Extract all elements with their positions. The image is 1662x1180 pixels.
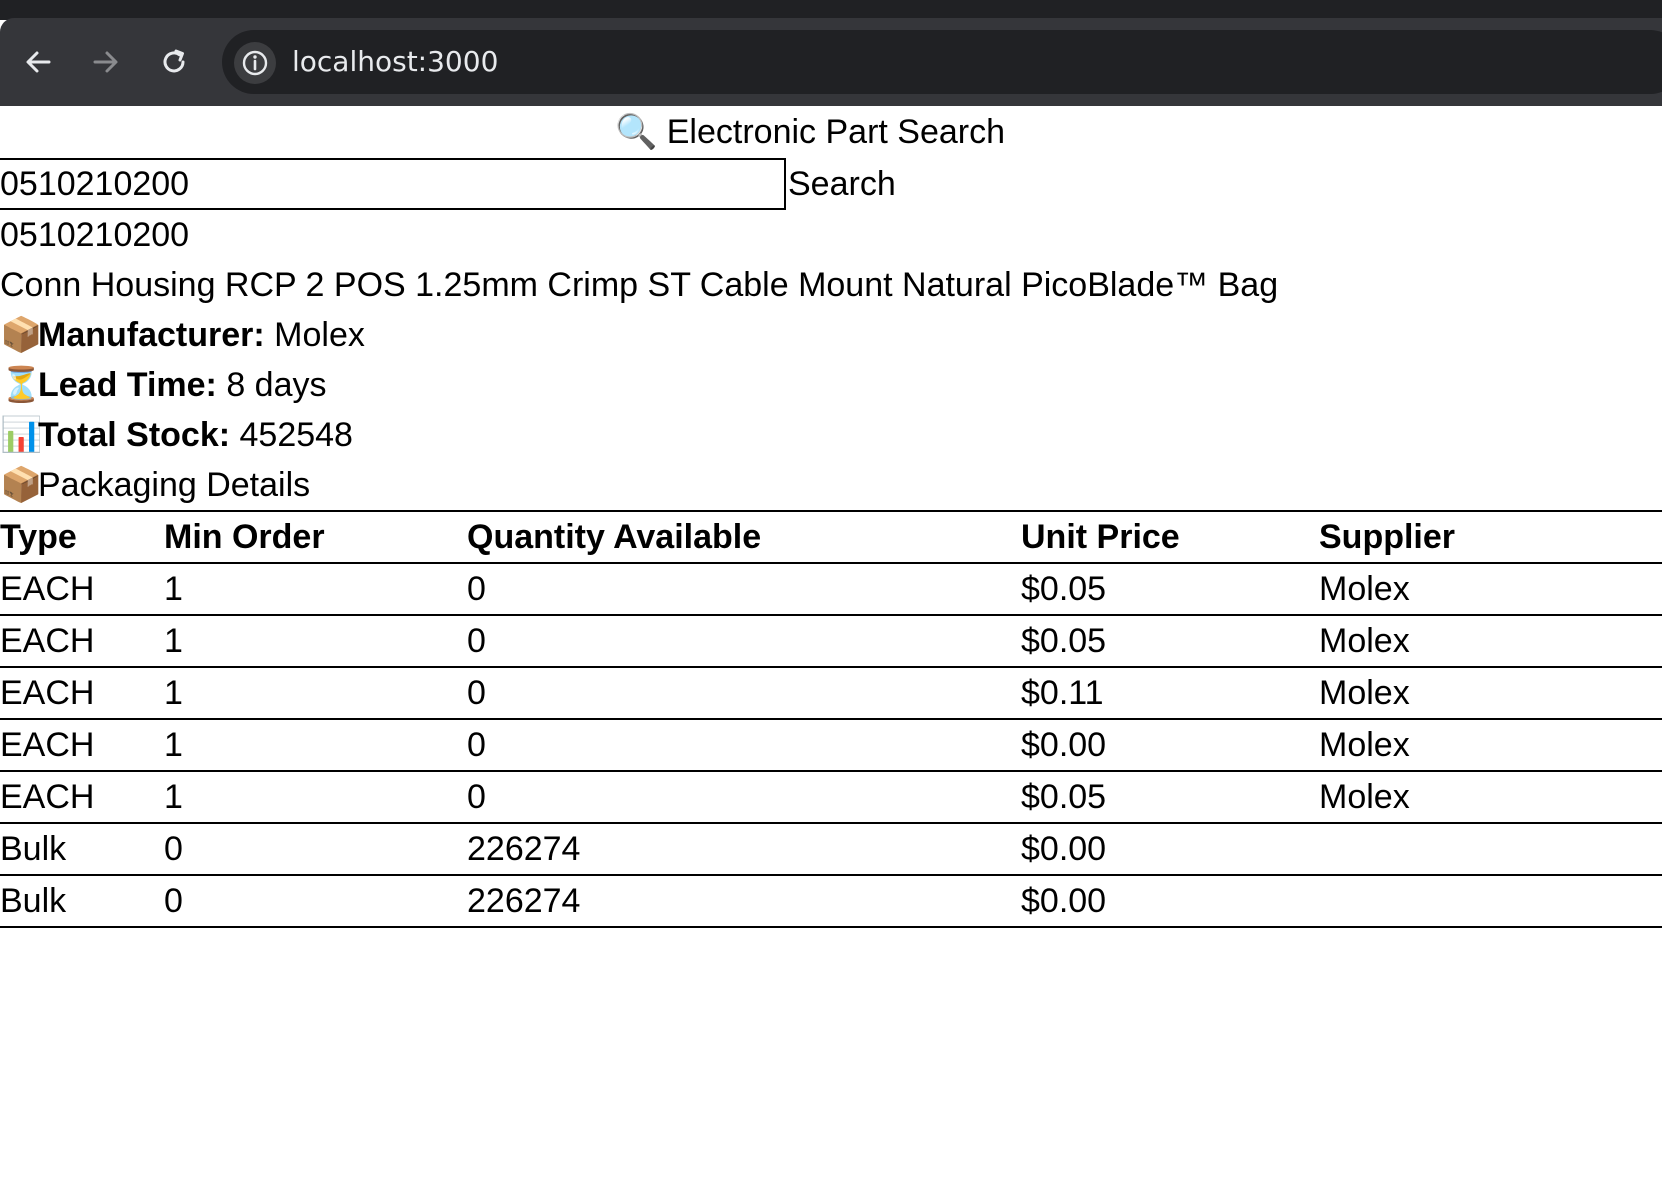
cell-supplier: Molex <box>1319 770 1662 823</box>
lead-time-row: ⏳Lead Time: 8 days <box>0 360 1662 410</box>
table-header-row: Type Min Order Quantity Available Unit P… <box>0 510 1662 563</box>
lead-time-value: 8 days <box>226 366 327 404</box>
hourglass-icon: ⏳ <box>0 366 43 404</box>
url-text[interactable]: localhost:3000 <box>292 30 498 94</box>
part-number: 0510210200 <box>0 216 190 254</box>
search-button[interactable]: Search <box>786 158 896 210</box>
column-header-unit-price: Unit Price <box>1021 510 1319 563</box>
cell-type: Bulk <box>0 874 164 928</box>
forward-arrow-icon[interactable] <box>86 42 126 82</box>
cell-min-order: 1 <box>164 770 467 823</box>
cell-supplier: Molex <box>1319 562 1662 615</box>
table-row: EACH 1 0 $0.05 Molex <box>0 770 1662 823</box>
column-header-type: Type <box>0 510 164 563</box>
cell-unit-price: $0.00 <box>1021 874 1319 928</box>
total-stock-row: 📊Total Stock: 452548 <box>0 410 1662 460</box>
packaging-table: Type Min Order Quantity Available Unit P… <box>0 510 1662 928</box>
manufacturer-row: 📦Manufacturer: Molex <box>0 310 1662 360</box>
search-form: Search <box>0 158 1662 210</box>
cell-supplier <box>1319 874 1662 928</box>
total-stock-label: Total Stock: <box>38 416 231 454</box>
cell-supplier: Molex <box>1319 718 1662 771</box>
cell-unit-price: $0.00 <box>1021 718 1319 771</box>
cell-unit-price: $0.11 <box>1021 666 1319 719</box>
table-row: EACH 1 0 $0.05 Molex <box>0 562 1662 615</box>
total-stock-value: 452548 <box>239 416 353 454</box>
cell-quantity-available: 226274 <box>467 822 1021 875</box>
search-input[interactable] <box>0 158 786 210</box>
page-title: 🔍 Electronic Part Search <box>614 113 1006 151</box>
table-row: EACH 1 0 $0.00 Molex <box>0 718 1662 771</box>
cell-type: EACH <box>0 666 164 719</box>
site-info-icon[interactable] <box>234 42 276 84</box>
browser-toolbar: localhost:3000 <box>0 18 1662 106</box>
part-description: Conn Housing RCP 2 POS 1.25mm Crimp ST C… <box>0 266 1279 304</box>
cell-quantity-available: 0 <box>467 614 1021 667</box>
back-arrow-icon[interactable] <box>18 42 58 82</box>
packaging-heading: 📦Packaging Details <box>0 460 1662 510</box>
bar-chart-icon: 📊 <box>0 416 43 454</box>
cell-quantity-available: 0 <box>467 666 1021 719</box>
cell-supplier: Molex <box>1319 614 1662 667</box>
table-row: Bulk 0 226274 $0.00 <box>0 874 1662 928</box>
column-header-supplier: Supplier <box>1319 510 1662 563</box>
table-row: EACH 1 0 $0.11 Molex <box>0 666 1662 719</box>
browser-top-strip <box>0 0 1662 20</box>
cell-quantity-available: 226274 <box>467 874 1021 928</box>
cell-min-order: 0 <box>164 874 467 928</box>
cell-quantity-available: 0 <box>467 770 1021 823</box>
cell-quantity-available: 0 <box>467 718 1021 771</box>
column-header-min-order: Min Order <box>164 510 467 563</box>
cell-supplier <box>1319 822 1662 875</box>
cell-min-order: 1 <box>164 666 467 719</box>
cell-type: EACH <box>0 562 164 615</box>
cell-type: EACH <box>0 718 164 771</box>
cell-quantity-available: 0 <box>467 562 1021 615</box>
cell-type: Bulk <box>0 822 164 875</box>
cell-min-order: 0 <box>164 822 467 875</box>
cell-unit-price: $0.05 <box>1021 614 1319 667</box>
reload-icon[interactable] <box>154 42 194 82</box>
table-row: EACH 1 0 $0.05 Molex <box>0 614 1662 667</box>
cell-type: EACH <box>0 770 164 823</box>
page-content: 🔍 Electronic Part Search Search 05102102… <box>0 106 1662 928</box>
cell-unit-price: $0.05 <box>1021 770 1319 823</box>
cell-unit-price: $0.00 <box>1021 822 1319 875</box>
column-header-quantity-available: Quantity Available <box>467 510 1021 563</box>
lead-time-label: Lead Time: <box>38 366 217 404</box>
packaging-heading-text: Packaging Details <box>38 466 311 504</box>
cell-min-order: 1 <box>164 614 467 667</box>
cell-supplier: Molex <box>1319 666 1662 719</box>
cell-min-order: 1 <box>164 562 467 615</box>
cell-unit-price: $0.05 <box>1021 562 1319 615</box>
table-row: Bulk 0 226274 $0.00 <box>0 822 1662 875</box>
address-bar[interactable]: localhost:3000 <box>222 30 1662 94</box>
cell-min-order: 1 <box>164 718 467 771</box>
cell-type: EACH <box>0 614 164 667</box>
manufacturer-value: Molex <box>274 316 365 354</box>
package-icon: 📦 <box>0 466 43 504</box>
package-icon: 📦 <box>0 316 43 354</box>
manufacturer-label: Manufacturer: <box>38 316 265 354</box>
